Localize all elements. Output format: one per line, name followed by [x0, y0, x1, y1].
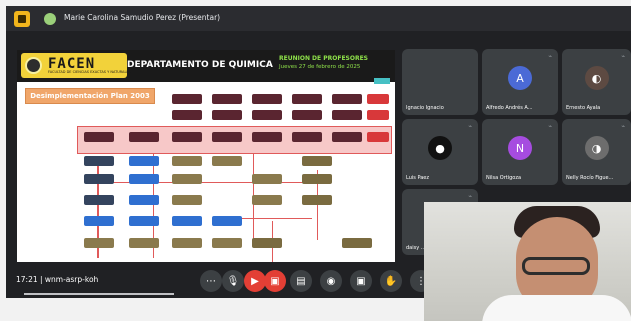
- diagram-node: [367, 132, 389, 142]
- hand-button[interactable]: ✋: [380, 270, 402, 292]
- glasses-icon: [522, 257, 590, 275]
- meeting-time-code: 17:21 | wnm-asrp-koh: [16, 275, 99, 284]
- participant-avatar: ◑: [584, 136, 609, 161]
- shared-slide: FACEN FACULTAD DE CIENCIAS EXACTAS Y NAT…: [17, 50, 395, 262]
- diagram-node: [172, 156, 202, 166]
- participant-avatar: A: [508, 66, 532, 91]
- participant-tile[interactable]: ⌁ N Nilsa Ortigoza: [482, 119, 558, 185]
- diagram-node: [292, 110, 322, 120]
- more-options-icon[interactable]: ⋯: [200, 270, 222, 292]
- logo-subtitle: FACULTAD DE CIENCIAS EXACTAS Y NATURALES: [48, 70, 131, 74]
- participant-tile[interactable]: ⌁ ◑ Nelly Rocío Figue...: [562, 119, 631, 185]
- mic-off-icon: ⌁: [548, 123, 552, 130]
- participant-name: Alfredo Andrés A...: [486, 105, 533, 111]
- diagram-node: [84, 132, 114, 142]
- leave-button[interactable]: ▣: [264, 270, 286, 292]
- diagram-node: [302, 174, 332, 184]
- diagram-node: [172, 132, 202, 142]
- diagram-node: [332, 132, 362, 142]
- mic-off-icon: ⌁: [621, 123, 625, 130]
- diagram-node: [172, 174, 202, 184]
- presenter-mic-icon: [44, 13, 56, 25]
- diagram-node: [252, 94, 282, 104]
- participant-name: Ignacio Ignacio: [406, 105, 444, 111]
- mic-off-icon: ⌁: [621, 53, 625, 60]
- diagram-node: [84, 238, 114, 248]
- logo-icon: [25, 57, 42, 74]
- mic-off-icon: ⌁: [468, 193, 472, 200]
- participant-name: Nelly Rocío Figue...: [566, 175, 614, 181]
- slide-corner-tag: [374, 78, 390, 84]
- diagram-node: [302, 195, 332, 205]
- diagram-node: [84, 216, 114, 226]
- diagram-node: [212, 110, 242, 120]
- scroll-indicator: [24, 293, 174, 295]
- presenter-bar: Marie Carolina Samudio Perez (Presentar): [6, 6, 631, 31]
- diagram-node: [252, 238, 282, 248]
- diagram-node: [252, 132, 282, 142]
- participant-avatar: ◐: [584, 66, 609, 91]
- participant-tile[interactable]: ⌁ A Alfredo Andrés A...: [482, 49, 558, 115]
- self-view-video: [424, 202, 631, 321]
- facen-logo: FACEN FACULTAD DE CIENCIAS EXACTAS Y NAT…: [21, 53, 131, 78]
- diagram-node: [212, 94, 242, 104]
- diagram-node: [129, 195, 159, 205]
- diagram-node: [172, 238, 202, 248]
- diagram-node: [252, 195, 282, 205]
- participant-tile[interactable]: ⌁ ◐ Ernesto Ayala: [562, 49, 631, 115]
- diagram-node: [212, 216, 242, 226]
- diagram-node: [212, 238, 242, 248]
- diagram-node: [212, 132, 242, 142]
- diagram-node: [129, 156, 159, 166]
- diagram-node: [172, 216, 202, 226]
- present-button[interactable]: ▣: [350, 270, 372, 292]
- app-icon: [14, 11, 30, 27]
- participant-name: Luis Paez: [406, 175, 430, 181]
- captions-button[interactable]: ▤: [290, 270, 312, 292]
- participant-name: daisy ...: [406, 245, 426, 251]
- participant-tile[interactable]: ⌁ ● Luis Paez: [402, 119, 478, 185]
- participant-name: Ernesto Ayala: [566, 105, 601, 111]
- slide-header: FACEN FACULTAD DE CIENCIAS EXACTAS Y NAT…: [17, 50, 395, 84]
- department-title: DEPARTAMENTO DE QUIMICA: [127, 60, 273, 70]
- diagram-node: [129, 238, 159, 248]
- participant-avatar: ●: [428, 136, 452, 161]
- diagram-node: [129, 216, 159, 226]
- plan-button: Desimplementación Plan 2003: [25, 88, 155, 104]
- diagram-node: [252, 110, 282, 120]
- diagram-node: [252, 174, 282, 184]
- self-view-shirt: [482, 295, 631, 321]
- diagram-node: [129, 174, 159, 184]
- diagram-node: [342, 238, 372, 248]
- participant-name: Nilsa Ortigoza: [486, 175, 522, 181]
- diagram-node: [367, 110, 389, 120]
- participant-avatar: N: [508, 136, 532, 161]
- diagram-node: [172, 110, 202, 120]
- diagram-node: [172, 94, 202, 104]
- diagram-node: [292, 94, 322, 104]
- diagram-node: [212, 156, 242, 166]
- mic-off-icon: ⌁: [548, 53, 552, 60]
- participant-tile[interactable]: Ignacio Ignacio: [402, 49, 478, 115]
- share-button[interactable]: ◉: [320, 270, 342, 292]
- meeting-title: REUNION DE PROFESORES: [279, 55, 369, 62]
- diagram-node: [367, 94, 389, 104]
- diagram-node: [332, 94, 362, 104]
- diagram-node: [84, 195, 114, 205]
- diagram-node: [129, 132, 159, 142]
- meeting-date: Jueves 27 de febrero de 2025: [279, 64, 361, 70]
- diagram-node: [84, 174, 114, 184]
- diagram-node: [332, 110, 362, 120]
- presenter-name: Marie Carolina Samudio Perez (Presentar): [64, 13, 221, 22]
- diagram-node: [302, 156, 332, 166]
- diagram-node: [172, 195, 202, 205]
- camera-button[interactable]: ▶: [244, 270, 266, 292]
- microphone-button[interactable]: 🎙: [222, 270, 244, 292]
- diagram-node: [84, 156, 114, 166]
- diagram-node: [292, 132, 322, 142]
- mic-off-icon: ⌁: [468, 123, 472, 130]
